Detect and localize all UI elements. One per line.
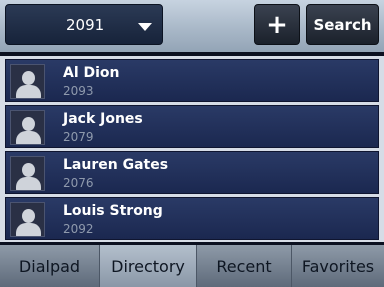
chevron-down-icon [138, 23, 152, 31]
contact-row[interactable]: Lauren Gates 2076 [5, 151, 379, 194]
bottom-tab-bar: Dialpad Directory Recent Favorites [0, 245, 384, 287]
contact-number: 2092 [63, 222, 94, 236]
contact-row[interactable]: Jack Jones 2079 [5, 105, 379, 148]
tab-directory[interactable]: Directory [100, 245, 197, 287]
top-bar: 2091 + Search [0, 0, 384, 52]
contact-number: 2079 [63, 130, 94, 144]
contact-avatar-icon [10, 202, 45, 237]
contact-list: Al Dion 2093 Jack Jones 2079 Lauren Gate… [0, 56, 384, 242]
contact-avatar-icon [10, 64, 45, 99]
contact-number: 2076 [63, 176, 94, 190]
contact-row[interactable]: Al Dion 2093 [5, 59, 379, 102]
contact-name: Jack Jones [63, 111, 143, 127]
contact-name: Louis Strong [63, 203, 163, 219]
search-button[interactable]: Search [306, 4, 379, 45]
contact-number: 2093 [63, 84, 94, 98]
contact-row[interactable]: Louis Strong 2092 [5, 197, 379, 240]
contact-avatar-icon [10, 110, 45, 145]
line-selector-dropdown[interactable]: 2091 [5, 4, 163, 45]
add-contact-button[interactable]: + [254, 4, 300, 45]
line-selector-value: 2091 [66, 16, 105, 34]
contact-name: Al Dion [63, 65, 120, 81]
tab-recent[interactable]: Recent [197, 245, 292, 287]
tab-dialpad[interactable]: Dialpad [0, 245, 100, 287]
contact-name: Lauren Gates [63, 157, 169, 173]
tab-favorites[interactable]: Favorites [292, 245, 384, 287]
contact-avatar-icon [10, 156, 45, 191]
